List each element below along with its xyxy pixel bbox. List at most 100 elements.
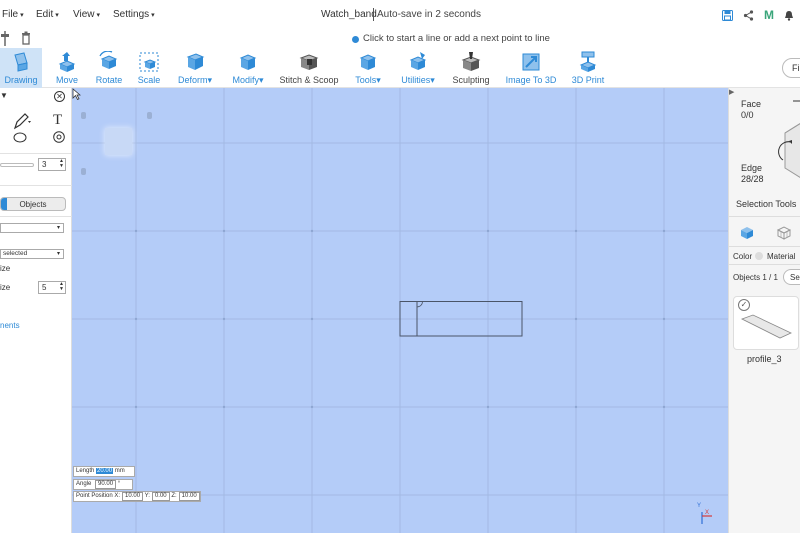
hint-bar: Click to start a line or add a next poin… bbox=[0, 30, 800, 48]
tab-objects[interactable]: Objects bbox=[0, 197, 66, 211]
save-icon[interactable] bbox=[720, 8, 734, 22]
view-cube-icon[interactable] bbox=[777, 98, 800, 178]
tool-scale[interactable]: Scale bbox=[134, 48, 164, 88]
drawing-panel: ▼ ✕ T 3 ▲ ▼ Objects ▾ selected ▾ ize ize 5 ▲… bbox=[0, 88, 72, 533]
menu-view[interactable]: View ▾ bbox=[73, 9, 100, 20]
find-button[interactable]: Fi bbox=[782, 58, 800, 78]
document-title: Watch_band bbox=[321, 9, 377, 20]
scale-icon bbox=[139, 52, 159, 72]
mesh-select-icon[interactable] bbox=[777, 226, 791, 240]
tool-sculpting[interactable]: Sculpting bbox=[452, 48, 490, 88]
trash-icon[interactable] bbox=[21, 31, 31, 46]
divider bbox=[0, 216, 72, 217]
tool-drawing[interactable]: Drawing bbox=[0, 48, 42, 88]
objects-count: Objects 1 / 1 bbox=[733, 273, 778, 282]
axis-y-label: Y bbox=[697, 503, 702, 509]
divider bbox=[729, 246, 800, 247]
grid-size-input[interactable]: 5 ▲ ▼ bbox=[38, 281, 66, 294]
tool-move[interactable]: Move bbox=[52, 48, 82, 88]
text-tool-icon[interactable]: T bbox=[53, 112, 62, 129]
face-label: Face bbox=[741, 99, 762, 109]
axis-x-label: X bbox=[705, 510, 710, 516]
m-logo-icon[interactable]: M bbox=[762, 8, 776, 22]
tool-tools[interactable]: Tools▾ bbox=[353, 48, 383, 88]
face-count: 0/0 bbox=[741, 110, 754, 120]
tool-3d-print[interactable]: 3D Print bbox=[570, 48, 606, 88]
sculpting-icon bbox=[461, 52, 481, 71]
profile-thumbnail-icon bbox=[740, 314, 792, 339]
edge-label: Edge bbox=[741, 163, 763, 173]
angle-readout: Angle 90.00 ° bbox=[73, 479, 133, 490]
tool-deform[interactable]: Deform▾ bbox=[174, 48, 216, 88]
divider bbox=[729, 216, 800, 217]
tool-rotate[interactable]: Rotate bbox=[92, 48, 126, 88]
info-icon bbox=[352, 36, 359, 43]
color-toggle[interactable] bbox=[755, 252, 763, 260]
object-card-profile-3[interactable]: ✓ bbox=[733, 296, 799, 350]
ghost-marker bbox=[81, 168, 86, 175]
menu-file[interactable]: File ▾ bbox=[2, 9, 24, 20]
thickness-slider[interactable] bbox=[0, 163, 34, 167]
grid-size-label: ize bbox=[0, 283, 11, 292]
components-link[interactable]: nents bbox=[0, 321, 20, 330]
panel-collapse-caret[interactable]: ▼ bbox=[0, 91, 8, 100]
pen-icon[interactable] bbox=[13, 112, 33, 130]
divider bbox=[0, 153, 72, 154]
utilities-icon bbox=[409, 52, 427, 70]
menu-settings[interactable]: Settings ▾ bbox=[113, 9, 155, 20]
tool-utilities[interactable]: Utilities▾ bbox=[399, 48, 437, 88]
point-position-readout: Point Position X: 10.00 Y: 0.00 Z: 10.00 bbox=[73, 491, 201, 502]
move-icon bbox=[58, 52, 76, 72]
tool-stitch-scoop[interactable]: Stitch & Scoop bbox=[279, 48, 339, 88]
notification-bell-icon[interactable] bbox=[782, 8, 796, 22]
rotate-icon bbox=[99, 51, 118, 69]
autosave-status: Auto-save in 2 seconds bbox=[377, 9, 481, 20]
tool-modify[interactable]: Modify▾ bbox=[229, 48, 267, 88]
title-bar: File ▾ Edit ▾ View ▾ Settings ▾ Watch_band A… bbox=[0, 0, 800, 30]
point-y-input[interactable]: 0.00 bbox=[151, 492, 170, 501]
mouse-cursor-icon bbox=[72, 88, 81, 100]
divider bbox=[729, 264, 800, 265]
hint-text: Click to start a line or add a next poin… bbox=[363, 33, 550, 44]
length-readout: Length 20.00 mm bbox=[73, 466, 135, 477]
tool-image-to-3d[interactable]: Image To 3D bbox=[505, 48, 557, 88]
material-label: Material bbox=[767, 252, 796, 261]
main-toolbar: Drawing Move Rotate Scale Deform▾ Modify… bbox=[0, 48, 800, 88]
ghost-thumbnail bbox=[105, 128, 132, 155]
3d-print-icon bbox=[579, 51, 597, 72]
circle-icon[interactable] bbox=[53, 131, 65, 143]
angle-input[interactable]: 90.00 bbox=[95, 480, 117, 489]
drawing-canvas[interactable]: Y X Length 20.00 mm Angle 90.00 ° Point … bbox=[72, 88, 728, 533]
panel-expand-arrow[interactable]: ▶ bbox=[729, 88, 735, 98]
deform-icon bbox=[186, 53, 205, 70]
menu-edit[interactable]: Edit ▾ bbox=[36, 9, 59, 20]
stitch-scoop-icon bbox=[299, 54, 319, 70]
share-icon[interactable] bbox=[741, 8, 755, 22]
thickness-input[interactable]: 3 ▲ ▼ bbox=[38, 158, 66, 171]
object-search-input[interactable]: Sea bbox=[783, 269, 800, 285]
object-select-icon[interactable] bbox=[740, 226, 754, 240]
size-label: ize bbox=[0, 264, 11, 273]
ghost-marker bbox=[81, 112, 86, 119]
ellipse-icon[interactable] bbox=[13, 132, 27, 143]
edge-count: 28/28 bbox=[741, 174, 764, 184]
grid-layer bbox=[72, 88, 728, 533]
point-z-input[interactable]: 10.00 bbox=[178, 492, 200, 501]
color-label: Color bbox=[733, 252, 753, 261]
right-panel: ▶ Face 0/0 Edge 28/28 Selection Tools Co… bbox=[728, 88, 800, 533]
check-icon[interactable]: ✓ bbox=[738, 299, 750, 311]
modify-icon bbox=[239, 54, 257, 70]
drawing-icon bbox=[14, 52, 28, 72]
point-x-input[interactable]: 10.00 bbox=[122, 492, 144, 501]
divider bbox=[0, 185, 72, 186]
length-input[interactable]: 20.00 bbox=[96, 468, 114, 474]
close-icon[interactable]: ✕ bbox=[54, 91, 65, 102]
object-name: profile_3 bbox=[747, 354, 782, 364]
title-separator bbox=[373, 8, 374, 21]
pin-icon[interactable] bbox=[0, 31, 10, 46]
selection-dropdown[interactable]: selected ▾ bbox=[0, 249, 64, 259]
ghost-marker bbox=[147, 112, 152, 119]
filter-dropdown[interactable]: ▾ bbox=[0, 223, 64, 233]
image-to-3d-icon bbox=[522, 53, 540, 71]
selection-tools-title: Selection Tools bbox=[736, 199, 797, 209]
